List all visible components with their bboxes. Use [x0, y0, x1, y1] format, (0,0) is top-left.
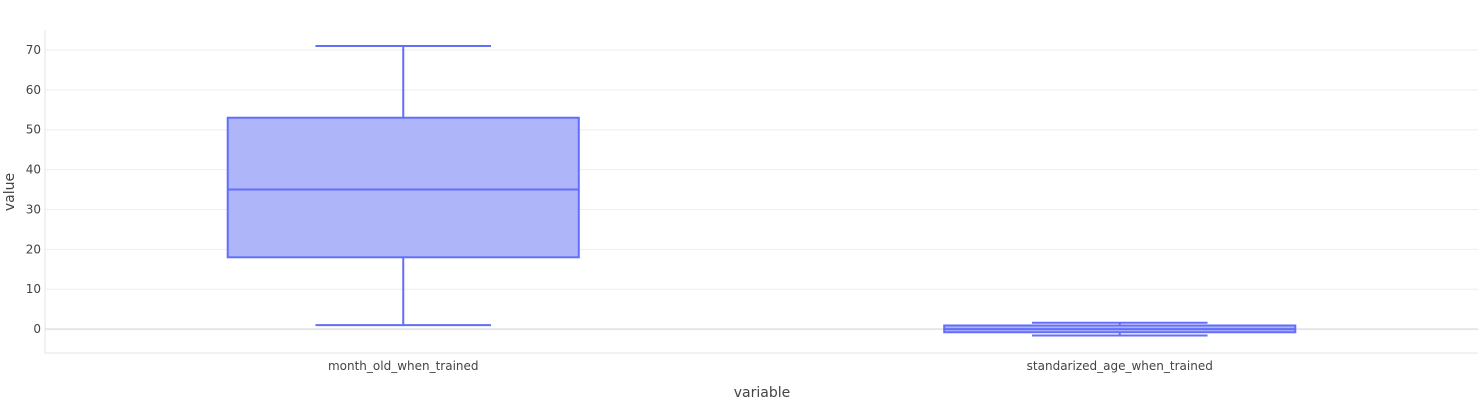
box-group — [943, 321, 1297, 337]
y-tick-label: 40 — [26, 163, 41, 177]
box-plot-chart: 0 10 20 30 40 50 60 70 month_old_when_trained sta… — [0, 0, 1480, 401]
y-tick-label: 30 — [26, 202, 41, 216]
box-group — [226, 44, 580, 327]
iqr-box — [226, 116, 580, 259]
y-tick-label: 60 — [26, 83, 41, 97]
chart-canvas: 0 10 20 30 40 50 60 70 month_old_when_trained sta… — [2, 30, 1478, 401]
x-axis-title: variable — [734, 385, 790, 400]
x-tick-label: month_old_when_trained — [328, 359, 479, 373]
y-tick-label: 0 — [33, 322, 41, 336]
y-tick-label: 20 — [26, 242, 41, 256]
x-tick-label: standarized_age_when_trained — [1027, 359, 1213, 373]
y-tick-label: 70 — [26, 43, 41, 57]
y-tick-label: 50 — [26, 123, 41, 137]
y-axis-title: value — [2, 173, 18, 211]
y-tick-label: 10 — [26, 282, 41, 296]
